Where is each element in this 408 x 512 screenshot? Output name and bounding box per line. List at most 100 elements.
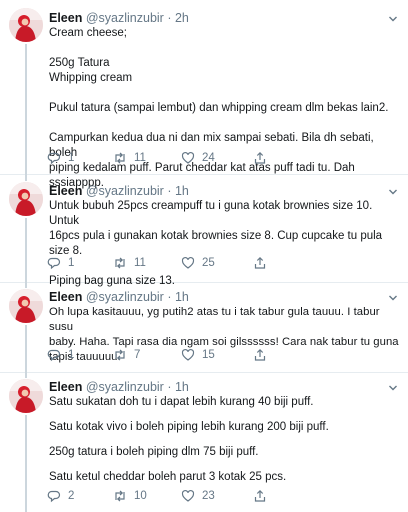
tweet[interactable]: Eleen @syazlinzubir · 1h Untuk bubuh 25p… <box>0 175 408 287</box>
share-button[interactable] <box>253 347 267 363</box>
user-handle[interactable]: @syazlinzubir <box>86 184 164 198</box>
thread-feed: Eleen @syazlinzubir · 2h Cream cheese; 2… <box>0 0 408 512</box>
heart-icon <box>181 348 195 361</box>
avatar-image <box>9 182 43 216</box>
reply-icon <box>47 349 61 362</box>
reply-button[interactable]: 2 <box>47 488 74 504</box>
reply-button[interactable]: 1 <box>47 347 74 363</box>
tweet-line <box>49 435 401 445</box>
like-button[interactable]: 24 <box>181 150 215 166</box>
tweet-line <box>49 460 401 470</box>
user-handle[interactable]: @syazlinzubir <box>86 290 164 304</box>
display-name[interactable]: Eleen <box>49 184 82 198</box>
share-icon <box>254 151 266 164</box>
tweet-header: Eleen @syazlinzubir · 2h <box>49 11 189 25</box>
tweet-text: Satu sukatan doh tu i dapat lebih kurang… <box>49 395 401 485</box>
chevron-down-icon[interactable] <box>388 383 398 393</box>
display-name[interactable]: Eleen <box>49 290 82 304</box>
user-handle[interactable]: @syazlinzubir <box>86 380 164 394</box>
display-name[interactable]: Eleen <box>49 11 82 25</box>
share-icon <box>254 256 266 269</box>
tweet-line: Pukul tatura (sampai lembut) dan whippin… <box>49 102 389 114</box>
tweet-line: Satu ketul cheddar boleh parut 3 kotak 2… <box>49 471 287 483</box>
thread-connector <box>25 218 27 283</box>
retweet-count: 10 <box>134 490 147 502</box>
tweet-line: Satu kotak vivo i boleh piping lebih kur… <box>49 421 329 433</box>
tweet-line: Oh lupa kasitauuu, yg putih2 atas tu i t… <box>49 306 383 333</box>
chevron-down-icon[interactable] <box>388 293 398 303</box>
like-count: 15 <box>202 349 215 361</box>
heart-icon <box>181 256 195 269</box>
avatar[interactable] <box>9 379 43 413</box>
tweet-line: Untuk bubuh 25pcs creampuff tu i guna ko… <box>49 200 376 227</box>
timestamp[interactable]: 1h <box>175 380 189 394</box>
tweet-actions: 1 11 25 <box>47 255 347 271</box>
user-handle[interactable]: @syazlinzubir <box>86 11 164 25</box>
timestamp[interactable]: 1h <box>175 290 189 304</box>
tweet-line: Cream cheese; <box>49 27 127 39</box>
heart-icon <box>181 489 195 502</box>
tweet-line <box>49 410 401 420</box>
tweet-actions: 1 11 24 <box>47 150 347 166</box>
timestamp[interactable]: 1h <box>175 184 189 198</box>
reply-count: 1 <box>68 349 75 361</box>
retweet-count: 11 <box>134 257 146 269</box>
retweet-icon <box>115 257 125 269</box>
retweet-button[interactable]: 7 <box>113 347 140 363</box>
thread-connector <box>25 283 27 288</box>
reply-count: 1 <box>68 257 75 269</box>
reply-button[interactable]: 1 <box>47 255 74 271</box>
like-count: 24 <box>202 152 215 164</box>
reply-count: 1 <box>68 152 75 164</box>
retweet-button[interactable]: 10 <box>113 488 147 504</box>
display-name[interactable]: Eleen <box>49 380 82 394</box>
like-button[interactable]: 25 <box>181 255 215 271</box>
heart-icon <box>181 151 195 164</box>
tweet-line: 250g tatura i boleh piping dlm 75 biji p… <box>49 446 259 458</box>
retweet-button[interactable]: 11 <box>113 255 146 271</box>
avatar[interactable] <box>9 289 43 323</box>
tweet-actions: 1 7 15 <box>47 347 347 363</box>
avatar-image <box>9 8 43 42</box>
avatar-image <box>9 379 43 413</box>
tweet-line: Whipping cream <box>49 72 133 84</box>
tweet-line: Satu sukatan doh tu i dapat lebih kurang… <box>49 396 314 408</box>
retweet-button[interactable]: 11 <box>113 150 146 166</box>
tweet[interactable]: Eleen @syazlinzubir · 2h Cream cheese; 2… <box>0 0 408 189</box>
retweet-icon <box>115 490 125 502</box>
tweet-line <box>49 41 401 56</box>
reply-icon <box>47 257 61 270</box>
retweet-icon <box>115 349 125 361</box>
header-separator: · <box>167 11 172 25</box>
tweet-text: Untuk bubuh 25pcs creampuff tu i guna ko… <box>49 199 401 289</box>
avatar[interactable] <box>9 8 43 42</box>
header-separator: · <box>167 290 172 304</box>
tweet[interactable]: Eleen @syazlinzubir · 1h Satu sukatan do… <box>0 373 408 512</box>
like-button[interactable]: 15 <box>181 347 215 363</box>
share-icon <box>254 348 266 361</box>
tweet-actions: 2 10 23 <box>47 488 347 504</box>
avatar[interactable] <box>9 182 43 216</box>
retweet-icon <box>115 152 125 164</box>
share-button[interactable] <box>253 255 267 271</box>
reply-count: 2 <box>68 490 75 502</box>
share-button[interactable] <box>253 150 267 166</box>
like-button[interactable]: 23 <box>181 488 215 504</box>
timestamp[interactable]: 2h <box>175 11 189 25</box>
header-separator: · <box>167 380 172 394</box>
tweet-header: Eleen @syazlinzubir · 1h <box>49 290 189 304</box>
reply-icon <box>47 152 61 165</box>
chevron-down-icon[interactable] <box>388 187 398 197</box>
retweet-count: 11 <box>134 152 146 164</box>
share-button[interactable] <box>253 488 267 504</box>
tweet[interactable]: Eleen @syazlinzubir · 1h Oh lupa kasitau… <box>0 283 408 373</box>
retweet-count: 7 <box>134 349 141 361</box>
header-separator: · <box>167 184 172 198</box>
share-icon <box>254 489 266 502</box>
thread-connector <box>25 325 27 373</box>
tweet-line <box>49 116 401 131</box>
tweet-text: Cream cheese; 250g Tatura Whipping cream… <box>49 26 401 191</box>
reply-button[interactable]: 1 <box>47 150 74 166</box>
thread-connector <box>25 44 27 175</box>
chevron-down-icon[interactable] <box>388 14 398 24</box>
